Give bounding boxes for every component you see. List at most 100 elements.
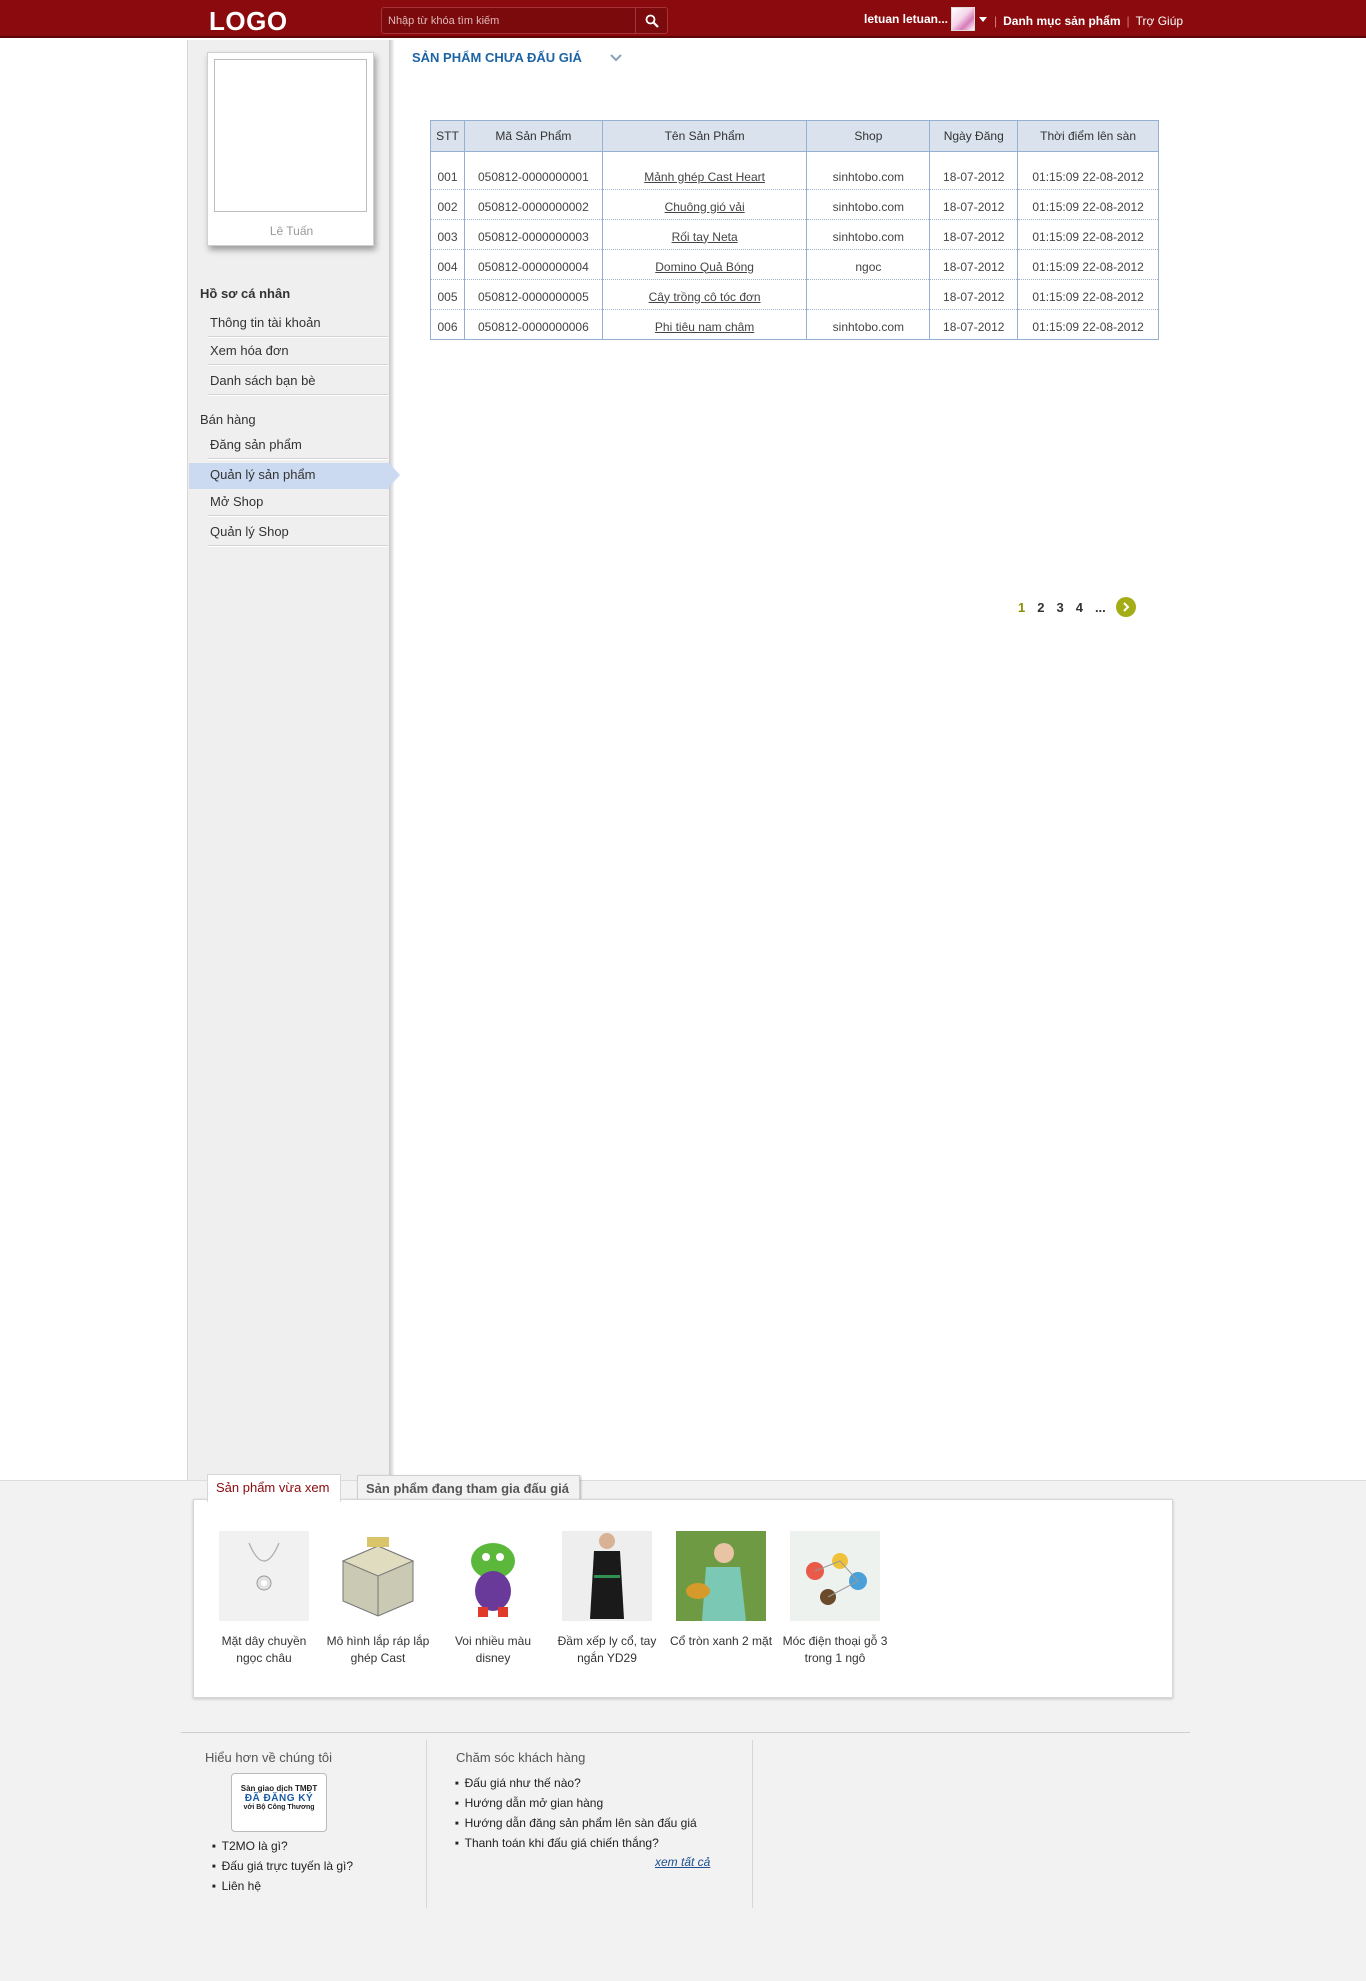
product-link[interactable]: Phi tiêu nam châm <box>655 320 754 334</box>
recent-product[interactable]: Mặt dây chuyền ngọc châu <box>209 1531 319 1667</box>
phone-charm-thumbnail <box>790 1531 880 1621</box>
chevron-down-icon <box>610 53 622 61</box>
top-nav: | Danh mục sản phẩm | Trợ Giúp <box>994 14 1184 28</box>
recent-product[interactable]: Voi nhiều màu disney <box>438 1531 548 1667</box>
footer-link-what-is-t2mo[interactable]: T2MO là gì? <box>212 1836 353 1856</box>
chevron-right-icon <box>1123 602 1130 612</box>
product-link[interactable]: Cây trồng cô tóc đơn <box>649 290 761 304</box>
puzzle-box-thumbnail <box>333 1531 423 1621</box>
user-menu[interactable]: letuan letuan... <box>864 7 988 31</box>
footer-link-post-product-guide[interactable]: Hướng dẫn đăng sản phẩm lên sàn đấu giá <box>455 1813 697 1833</box>
recent-product-name: Cổ tròn xanh 2 mặt <box>669 1634 773 1648</box>
product-link[interactable]: Domino Quả Bóng <box>655 260 754 274</box>
cell-stt: 003 <box>430 219 465 250</box>
recent-product[interactable]: Cổ tròn xanh 2 mặt <box>666 1531 776 1650</box>
search-button[interactable] <box>635 8 667 33</box>
cell-date: 18-07-2012 <box>929 309 1019 340</box>
product-link[interactable]: Chuông gió vải <box>665 200 745 214</box>
search-icon <box>645 14 659 28</box>
cell-listing-time: 01:15:09 22-08-2012 <box>1017 151 1159 190</box>
cell-listing-time: 01:15:09 22-08-2012 <box>1017 219 1159 250</box>
sidebar <box>187 40 391 1480</box>
nav-help[interactable]: Trợ Giúp <box>1136 14 1183 28</box>
logo[interactable]: LOGO <box>209 6 288 37</box>
footer-link-how-to-bid[interactable]: Đấu giá như thế nào? <box>455 1773 697 1793</box>
next-page-button[interactable] <box>1115 597 1136 617</box>
cell-listing-time: 01:15:09 22-08-2012 <box>1017 189 1159 220</box>
green-top-thumbnail <box>676 1531 766 1621</box>
page-1[interactable]: 1 <box>1018 600 1025 615</box>
tab-recently-viewed[interactable]: Sản phẩm vừa xem <box>207 1474 341 1502</box>
col-header-date: Ngày Đăng <box>929 120 1019 152</box>
cell-code: 050812-0000000003 <box>463 219 603 250</box>
table-row: 002 050812-0000000002 Chuông gió vải sin… <box>430 189 1159 220</box>
cell-code: 050812-0000000006 <box>463 309 603 340</box>
footer-link-payment[interactable]: Thanh toán khi đấu giá chiến thắng? <box>455 1833 697 1853</box>
recent-product[interactable]: Móc điện thoại gỗ 3 trong 1 ngô <box>780 1531 890 1667</box>
cell-stt: 006 <box>430 309 465 340</box>
see-all-link[interactable]: xem tất cả <box>655 1855 710 1869</box>
table-row: 004 050812-0000000004 Domino Quả Bóng ng… <box>430 249 1159 280</box>
sidebar-item-friends[interactable]: Danh sách bạn bè <box>208 369 388 395</box>
cell-listing-time: 01:15:09 22-08-2012 <box>1017 309 1159 340</box>
cell-shop: ngoc <box>806 249 931 280</box>
cell-stt: 005 <box>430 279 465 310</box>
footer-column-divider <box>752 1740 753 1908</box>
page-title: SẢN PHẨM CHƯA ĐẤU GIÁ <box>412 50 582 65</box>
profile-photo[interactable] <box>214 59 367 212</box>
sidebar-section-selling: Bán hàng <box>200 412 256 427</box>
footer-about-title: Hiểu hơn về chúng tôi <box>205 1750 333 1765</box>
sidebar-item-account-info[interactable]: Thông tin tài khoản <box>208 311 388 337</box>
recent-product-name: Mặt dây chuyền ngọc châu <box>221 1634 307 1665</box>
chevron-down-icon <box>979 16 988 22</box>
sidebar-item-invoices[interactable]: Xem hóa đơn <box>208 339 388 365</box>
col-header-name: Tên Sản Phẩm <box>601 120 808 152</box>
col-header-stt: STT <box>430 120 465 152</box>
cell-stt: 004 <box>430 249 465 280</box>
cell-code: 050812-0000000002 <box>463 189 603 220</box>
col-header-shop: Shop <box>806 120 931 152</box>
sidebar-item-manage-products[interactable]: Quản lý sản phẩm <box>189 463 400 489</box>
sidebar-item-manage-shop[interactable]: Quản lý Shop <box>208 520 388 546</box>
page-ellipsis: ... <box>1094 599 1106 615</box>
user-avatar <box>951 7 976 31</box>
cell-shop: sinhtobo.com <box>806 219 931 250</box>
page-2[interactable]: 2 <box>1037 600 1044 615</box>
product-link[interactable]: Mảnh ghép Cast Heart <box>644 170 765 184</box>
nav-categories[interactable]: Danh mục sản phẩm <box>1003 14 1120 28</box>
page-3[interactable]: 3 <box>1056 600 1063 615</box>
recent-product[interactable]: Đầm xếp ly cổ, tay ngắn YD29 <box>552 1531 662 1667</box>
col-header-listing-time: Thời điểm lên sàn <box>1017 120 1159 152</box>
cell-code: 050812-0000000004 <box>463 249 603 280</box>
footer-link-open-store-guide[interactable]: Hướng dẫn mở gian hàng <box>455 1793 697 1813</box>
table-row: 006 050812-0000000006 Phi tiêu nam châm … <box>430 309 1159 340</box>
username: letuan letuan... <box>864 12 949 26</box>
sidebar-item-open-shop[interactable]: Mở Shop <box>208 490 388 516</box>
elephant-toy-thumbnail <box>448 1531 538 1621</box>
recent-product[interactable]: Mô hình lắp ráp lắp ghép Cast <box>323 1531 433 1667</box>
footer-column-divider <box>426 1740 427 1908</box>
pagination: 1 2 3 4 ... <box>1018 597 1136 617</box>
sidebar-item-post-product[interactable]: Đăng sản phẩm <box>208 433 388 459</box>
cell-stt: 001 <box>430 151 465 190</box>
col-header-code: Mã Sản Phẩm <box>463 120 603 152</box>
cell-stt: 002 <box>430 189 465 220</box>
profile-name: Lê Tuấn <box>269 224 314 238</box>
page-4[interactable]: 4 <box>1076 600 1083 615</box>
sidebar-section-profile: Hồ sơ cá nhân <box>200 286 291 301</box>
footer-link-online-auction[interactable]: Đấu giá trực tuyến là gì? <box>212 1856 353 1876</box>
search-box <box>381 7 668 34</box>
product-link[interactable]: Rối tay Neta <box>672 230 738 244</box>
top-bar: LOGO letuan letuan... | Danh mục sản phẩ… <box>0 0 1366 38</box>
cell-date: 18-07-2012 <box>929 279 1019 310</box>
recent-product-name: Voi nhiều màu disney <box>454 1634 532 1665</box>
table-row: 003 050812-0000000003 Rối tay Neta sinht… <box>430 219 1159 250</box>
cell-code: 050812-0000000001 <box>463 151 603 190</box>
search-input[interactable] <box>388 11 628 30</box>
recent-product-name: Mô hình lắp ráp lắp ghép Cast <box>326 1634 430 1665</box>
footer-link-contact[interactable]: Liên hệ <box>212 1876 353 1896</box>
cell-date: 18-07-2012 <box>929 151 1019 190</box>
recent-product-name: Đầm xếp ly cổ, tay ngắn YD29 <box>557 1634 657 1665</box>
registration-badge[interactable]: Sàn giao dịch TMĐT ĐÃ ĐĂNG KÝ với Bộ Côn… <box>231 1773 327 1832</box>
page-title-dropdown[interactable]: SẢN PHẨM CHƯA ĐẤU GIÁ <box>412 50 622 65</box>
